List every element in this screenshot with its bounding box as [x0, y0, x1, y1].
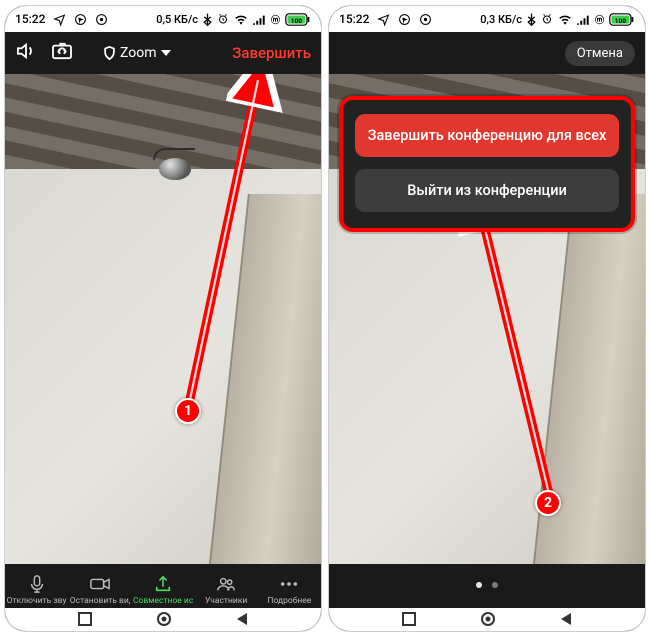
share-label-text: Совместное использование: [133, 596, 193, 606]
annotation-badge-1: 1: [175, 398, 201, 424]
nav-back-icon[interactable]: [236, 611, 248, 630]
end-for-all-button[interactable]: Завершить конференцию для всех: [355, 114, 619, 157]
wifi-icon: [234, 14, 248, 25]
nav-recent-icon[interactable]: [78, 611, 92, 630]
paper-plane-icon: [53, 13, 66, 26]
miui-icon: ⓜ: [271, 13, 280, 26]
alarm-icon: [541, 13, 553, 25]
zoom-bottom-bar: Отключить звук Остановить видео Совместн…: [5, 564, 321, 608]
page-dot-active: [476, 582, 482, 588]
page-indicator: [329, 564, 645, 588]
nav-home-icon[interactable]: [480, 611, 496, 631]
video-preview[interactable]: 1: [5, 74, 321, 564]
status-bar: 15:22 0,3 КБ/с: [329, 6, 645, 32]
data-rate: 0,5 КБ/с: [156, 13, 198, 26]
video-icon: [90, 574, 110, 594]
end-meeting-dialog: Завершить конференцию для всех Выйти из …: [339, 96, 635, 232]
participants-button[interactable]: Участники: [196, 574, 256, 606]
signal-icon: [253, 14, 266, 25]
signal-icon: [577, 14, 590, 25]
more-label-text: Подробнее: [267, 596, 311, 606]
status-bar: 15:22 0,5 КБ/с: [5, 6, 321, 32]
svg-text:100: 100: [615, 16, 626, 24]
light-fixture: [153, 144, 197, 182]
browser-icon: [398, 13, 411, 26]
more-icon: [280, 574, 298, 594]
app-label-text: Zoom: [120, 45, 157, 61]
door: [209, 194, 321, 564]
status-time: 15:22: [339, 12, 369, 26]
bottom-area: [329, 564, 645, 608]
miui-icon: ⓜ: [595, 13, 604, 26]
data-rate: 0,3 КБ/с: [480, 13, 522, 26]
share-icon: [154, 574, 172, 594]
more-button[interactable]: Подробнее: [259, 574, 319, 606]
nav-back-icon[interactable]: [560, 611, 572, 630]
android-nav-bar: [5, 608, 321, 632]
shield-icon: [103, 46, 116, 60]
mute-button[interactable]: Отключить звук: [7, 574, 67, 606]
annotation-badge-2-label: 2: [544, 495, 552, 511]
browser-icon: [74, 13, 87, 26]
phone-frame-step2: 15:22 0,3 КБ/с: [328, 5, 646, 632]
participants-icon: [216, 574, 236, 594]
svg-text:100: 100: [291, 16, 302, 24]
battery-icon: 100: [609, 13, 635, 26]
cancel-button[interactable]: Отмена: [565, 41, 635, 66]
stop-video-label-text: Остановить видео: [70, 596, 130, 606]
end-meeting-button[interactable]: Завершить: [232, 44, 311, 62]
speaker-icon[interactable]: [15, 42, 37, 64]
microphone-icon: [29, 574, 45, 594]
switch-camera-icon[interactable]: [51, 42, 73, 64]
paper-plane-icon: [377, 13, 390, 26]
nav-home-icon[interactable]: [156, 611, 172, 631]
leave-meeting-button[interactable]: Выйти из конференции: [355, 169, 619, 212]
page-dot: [492, 582, 498, 588]
android-nav-bar: [329, 608, 645, 632]
alarm-icon: [217, 13, 229, 25]
annotation-badge-2: 2: [535, 490, 561, 516]
wifi-icon: [558, 14, 572, 25]
phone-frame-step1: 15:22 0,5 КБ/с: [4, 5, 322, 632]
status-time: 15:22: [15, 12, 45, 26]
battery-icon: 100: [285, 13, 311, 26]
chrome-icon: [95, 13, 108, 26]
stop-video-button[interactable]: Остановить видео: [70, 574, 130, 606]
chrome-icon: [419, 13, 432, 26]
chevron-down-icon: [161, 50, 171, 56]
share-button[interactable]: Совместное использование: [133, 574, 193, 606]
bluetooth-icon: [203, 13, 212, 26]
dialog-top-bar: Отмена: [329, 32, 645, 74]
nav-recent-icon[interactable]: [402, 611, 416, 630]
zoom-label-dropdown[interactable]: Zoom: [103, 45, 171, 61]
zoom-toolbar: Zoom Завершить: [5, 32, 321, 74]
bluetooth-icon: [527, 13, 536, 26]
annotation-badge-1-label: 1: [184, 403, 192, 419]
mute-label-text: Отключить звук: [7, 596, 67, 606]
participants-label-text: Участники: [205, 596, 247, 606]
